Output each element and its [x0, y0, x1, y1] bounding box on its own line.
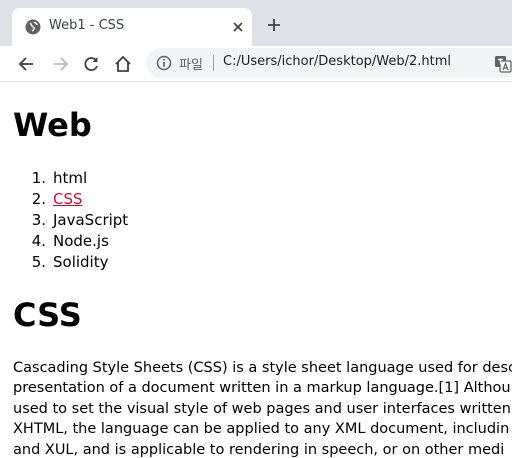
paragraph-line: presentation of a document written in a … [13, 380, 511, 397]
paragraph-line: XHTML, the language can be applied to an… [13, 421, 510, 438]
home-icon[interactable] [113, 54, 133, 74]
scheme-label: 파일 [179, 58, 203, 73]
paragraph-line: and XUL, and is applicable to rendering … [13, 441, 505, 458]
description-paragraph: Cascading Style Sheets (CSS) is a style … [13, 358, 512, 458]
section-heading: CSS [13, 296, 82, 334]
list-item-label: Solidity [53, 253, 109, 271]
address-bar[interactable]: 파일 C:/Users/ichor/Desktop/Web/2.html [146, 48, 512, 78]
toolbar: 파일 C:/Users/ichor/Desktop/Web/2.html [0, 46, 512, 82]
tab-strip: Web1 - CSS [0, 0, 512, 46]
topic-list: 1. html 2. CSS 3. JavaScript 4. Node.js 5. So… [13, 168, 129, 273]
paragraph-line: used to set the visual style of web page… [13, 400, 511, 417]
list-item: 2. CSS [31, 190, 83, 208]
list-item: 5. Solidity [31, 253, 109, 271]
address-separator [213, 55, 214, 71]
back-arrow-icon[interactable] [17, 54, 37, 74]
tab-title: Web1 - CSS [49, 18, 125, 33]
list-item-label: Node.js [53, 232, 109, 250]
url-text[interactable]: C:/Users/ichor/Desktop/Web/2.html [223, 54, 451, 69]
tab-active[interactable]: Web1 - CSS [12, 8, 252, 46]
page-content: Web 1. html 2. CSS 3. JavaScript 4. Node.js … [0, 83, 512, 458]
globe-icon [25, 19, 41, 35]
list-item-label: html [53, 169, 88, 187]
new-tab-icon[interactable] [266, 17, 282, 33]
paragraph-line: Cascading Style Sheets (CSS) is a style … [13, 360, 512, 376]
page-title: Web [13, 106, 92, 144]
list-item-label: JavaScript [53, 211, 129, 229]
translate-icon[interactable] [494, 55, 512, 73]
forward-arrow-icon[interactable] [50, 54, 70, 74]
close-icon[interactable] [231, 20, 245, 34]
css-link[interactable]: CSS [53, 190, 83, 208]
info-icon[interactable] [156, 55, 172, 71]
list-item: 4. Node.js [31, 232, 109, 250]
list-item: 3. JavaScript [31, 211, 129, 229]
list-item: 1. html [31, 169, 88, 187]
reload-icon[interactable] [81, 54, 101, 74]
